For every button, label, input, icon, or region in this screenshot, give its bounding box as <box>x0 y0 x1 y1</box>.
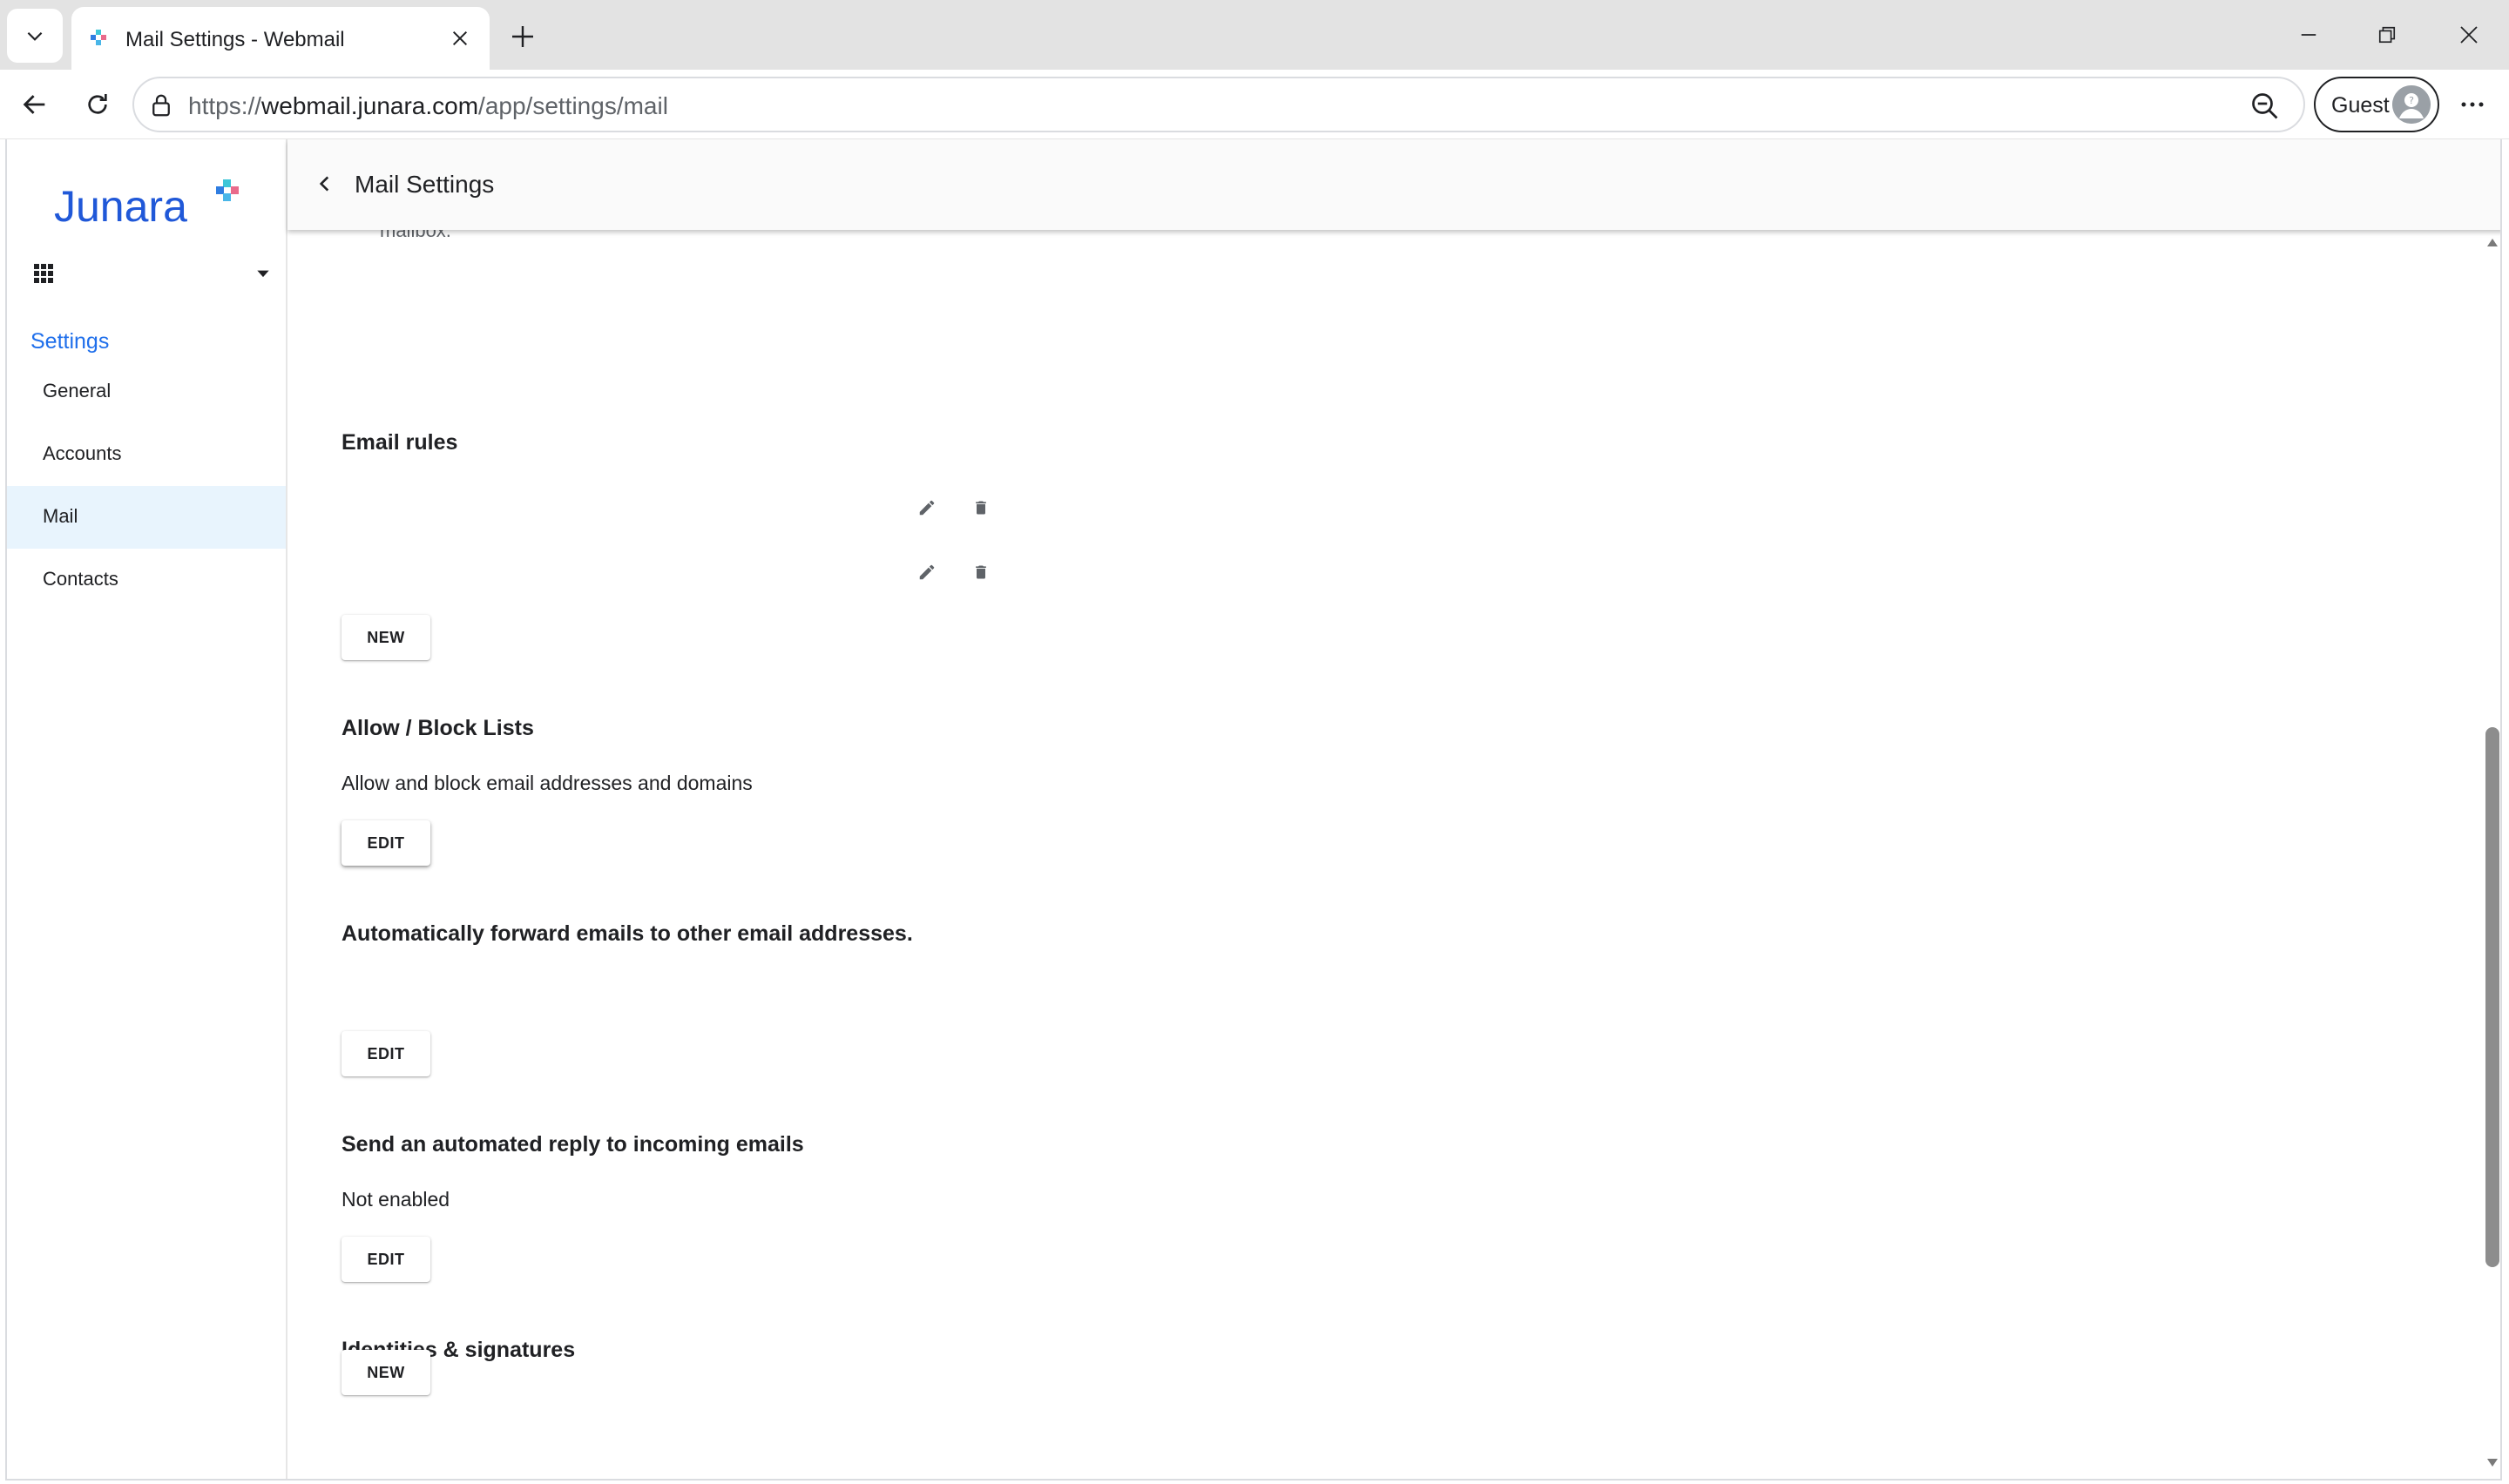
junara-favicon-icon <box>91 30 106 45</box>
sidebar-item-label: Mail <box>43 505 78 527</box>
close-icon <box>452 30 468 46</box>
guest-avatar-icon: ? <box>2392 85 2431 124</box>
new-identity-button[interactable]: NEW <box>342 1350 430 1395</box>
sidebar-item-contacts[interactable]: Contacts <box>7 549 286 611</box>
reload-icon <box>88 94 107 114</box>
scroll-up-arrow-icon[interactable] <box>2486 237 2499 247</box>
pencil-icon <box>919 500 935 516</box>
url-host: webmail.junara.com <box>261 92 479 119</box>
chevron-left-icon[interactable] <box>314 172 336 195</box>
arrow-left-icon <box>23 95 45 114</box>
restore-button[interactable] <box>2361 14 2413 56</box>
address-bar[interactable]: https://webmail.junara.com/app/settings/… <box>132 77 2305 132</box>
page-title: Mail Settings <box>355 171 495 198</box>
caret-down-icon <box>257 270 269 278</box>
sidebar-item-label: Contacts <box>43 568 118 590</box>
edit-auto-reply-button[interactable]: EDIT <box>342 1237 430 1282</box>
settings-sidebar: Junara Settings General Accounts Mail Co… <box>7 139 287 1479</box>
edit-rule-button[interactable] <box>916 562 937 583</box>
sidebar-item-label: General <box>43 380 112 401</box>
sidebar-item-general[interactable]: General <box>7 361 286 423</box>
webmail-app: Junara Settings General Accounts Mail Co… <box>5 139 2502 1481</box>
profile-button[interactable]: Guest ? <box>2314 77 2439 132</box>
scroll-down-arrow-icon[interactable] <box>2486 1458 2499 1468</box>
junara-logo: Junara <box>54 172 246 233</box>
close-icon <box>2460 26 2478 44</box>
chevron-down-icon <box>27 31 43 41</box>
settings-title: Settings <box>30 329 110 354</box>
app-switcher[interactable] <box>26 256 275 296</box>
url-scheme: https:// <box>188 92 262 119</box>
trash-icon <box>976 501 986 515</box>
apps-grid-icon <box>34 264 53 283</box>
restore-icon <box>2378 26 2396 44</box>
edit-forward-button[interactable]: EDIT <box>342 1031 430 1076</box>
tab-title: Mail Settings - Webmail <box>125 28 345 51</box>
sidebar-item-label: Accounts <box>43 442 122 464</box>
site-info-icon[interactable] <box>148 92 174 118</box>
browser-menu-button[interactable] <box>2450 82 2495 127</box>
minimize-button[interactable] <box>2282 14 2335 56</box>
plus-icon <box>512 26 533 47</box>
allow-block-description: Allow and block email addresses and doma… <box>342 772 753 794</box>
pencil-icon <box>919 564 935 580</box>
browser-toolbar: https://webmail.junara.com/app/settings/… <box>0 70 2509 139</box>
page-header: Mail Settings <box>287 139 2500 230</box>
sidebar-item-accounts[interactable]: Accounts <box>7 423 286 486</box>
delete-rule-button[interactable] <box>970 497 991 518</box>
sidebar-item-mail[interactable]: Mail <box>7 486 286 549</box>
svg-text:?: ? <box>2409 95 2414 106</box>
edit-allow-block-button[interactable]: EDIT <box>342 820 430 866</box>
avatar: ? <box>2392 85 2431 124</box>
logo-text: Junara <box>54 182 187 231</box>
settings-content: mailbox. Email rules NEW Allow / Block L… <box>287 230 2500 1479</box>
more-horizontal-icon <box>2461 102 2484 107</box>
new-rule-button[interactable]: NEW <box>342 615 430 660</box>
close-window-button[interactable] <box>2443 14 2495 56</box>
reload-button[interactable] <box>75 82 120 127</box>
email-rule-row <box>342 550 1300 594</box>
auto-reply-title: Send an automated reply to incoming emai… <box>342 1132 804 1157</box>
forward-title: Automatically forward emails to other em… <box>342 921 913 946</box>
back-button[interactable] <box>12 82 57 127</box>
edit-rule-button[interactable] <box>916 497 937 518</box>
profile-label: Guest <box>2331 93 2390 118</box>
settings-main: Mail Settings mailbox. Email rules NEW A… <box>287 139 2500 1479</box>
tab-close-button[interactable] <box>446 24 474 52</box>
browser-tabstrip: Mail Settings - Webmail <box>0 0 2509 70</box>
url-path: /app/settings/mail <box>478 92 668 119</box>
minimize-icon <box>2301 34 2316 36</box>
cut-off-text: mailbox. <box>380 230 451 241</box>
auto-reply-status: Not enabled <box>342 1188 450 1211</box>
email-rules-title: Email rules <box>342 430 458 455</box>
email-rule-row <box>342 486 1300 530</box>
browser-tab[interactable]: Mail Settings - Webmail <box>71 7 490 70</box>
delete-rule-button[interactable] <box>970 562 991 583</box>
tab-list-button[interactable] <box>7 9 63 63</box>
zoom-out-icon[interactable] <box>2249 91 2281 122</box>
url-text[interactable]: https://webmail.junara.com/app/settings/… <box>188 92 668 120</box>
vertical-scrollbar[interactable] <box>2481 230 2500 1479</box>
new-tab-button[interactable] <box>504 17 542 56</box>
junara-logo-icon: Junara <box>54 179 239 231</box>
allow-block-title: Allow / Block Lists <box>342 716 534 740</box>
scrollbar-thumb[interactable] <box>2485 727 2499 1268</box>
trash-icon <box>976 565 986 579</box>
